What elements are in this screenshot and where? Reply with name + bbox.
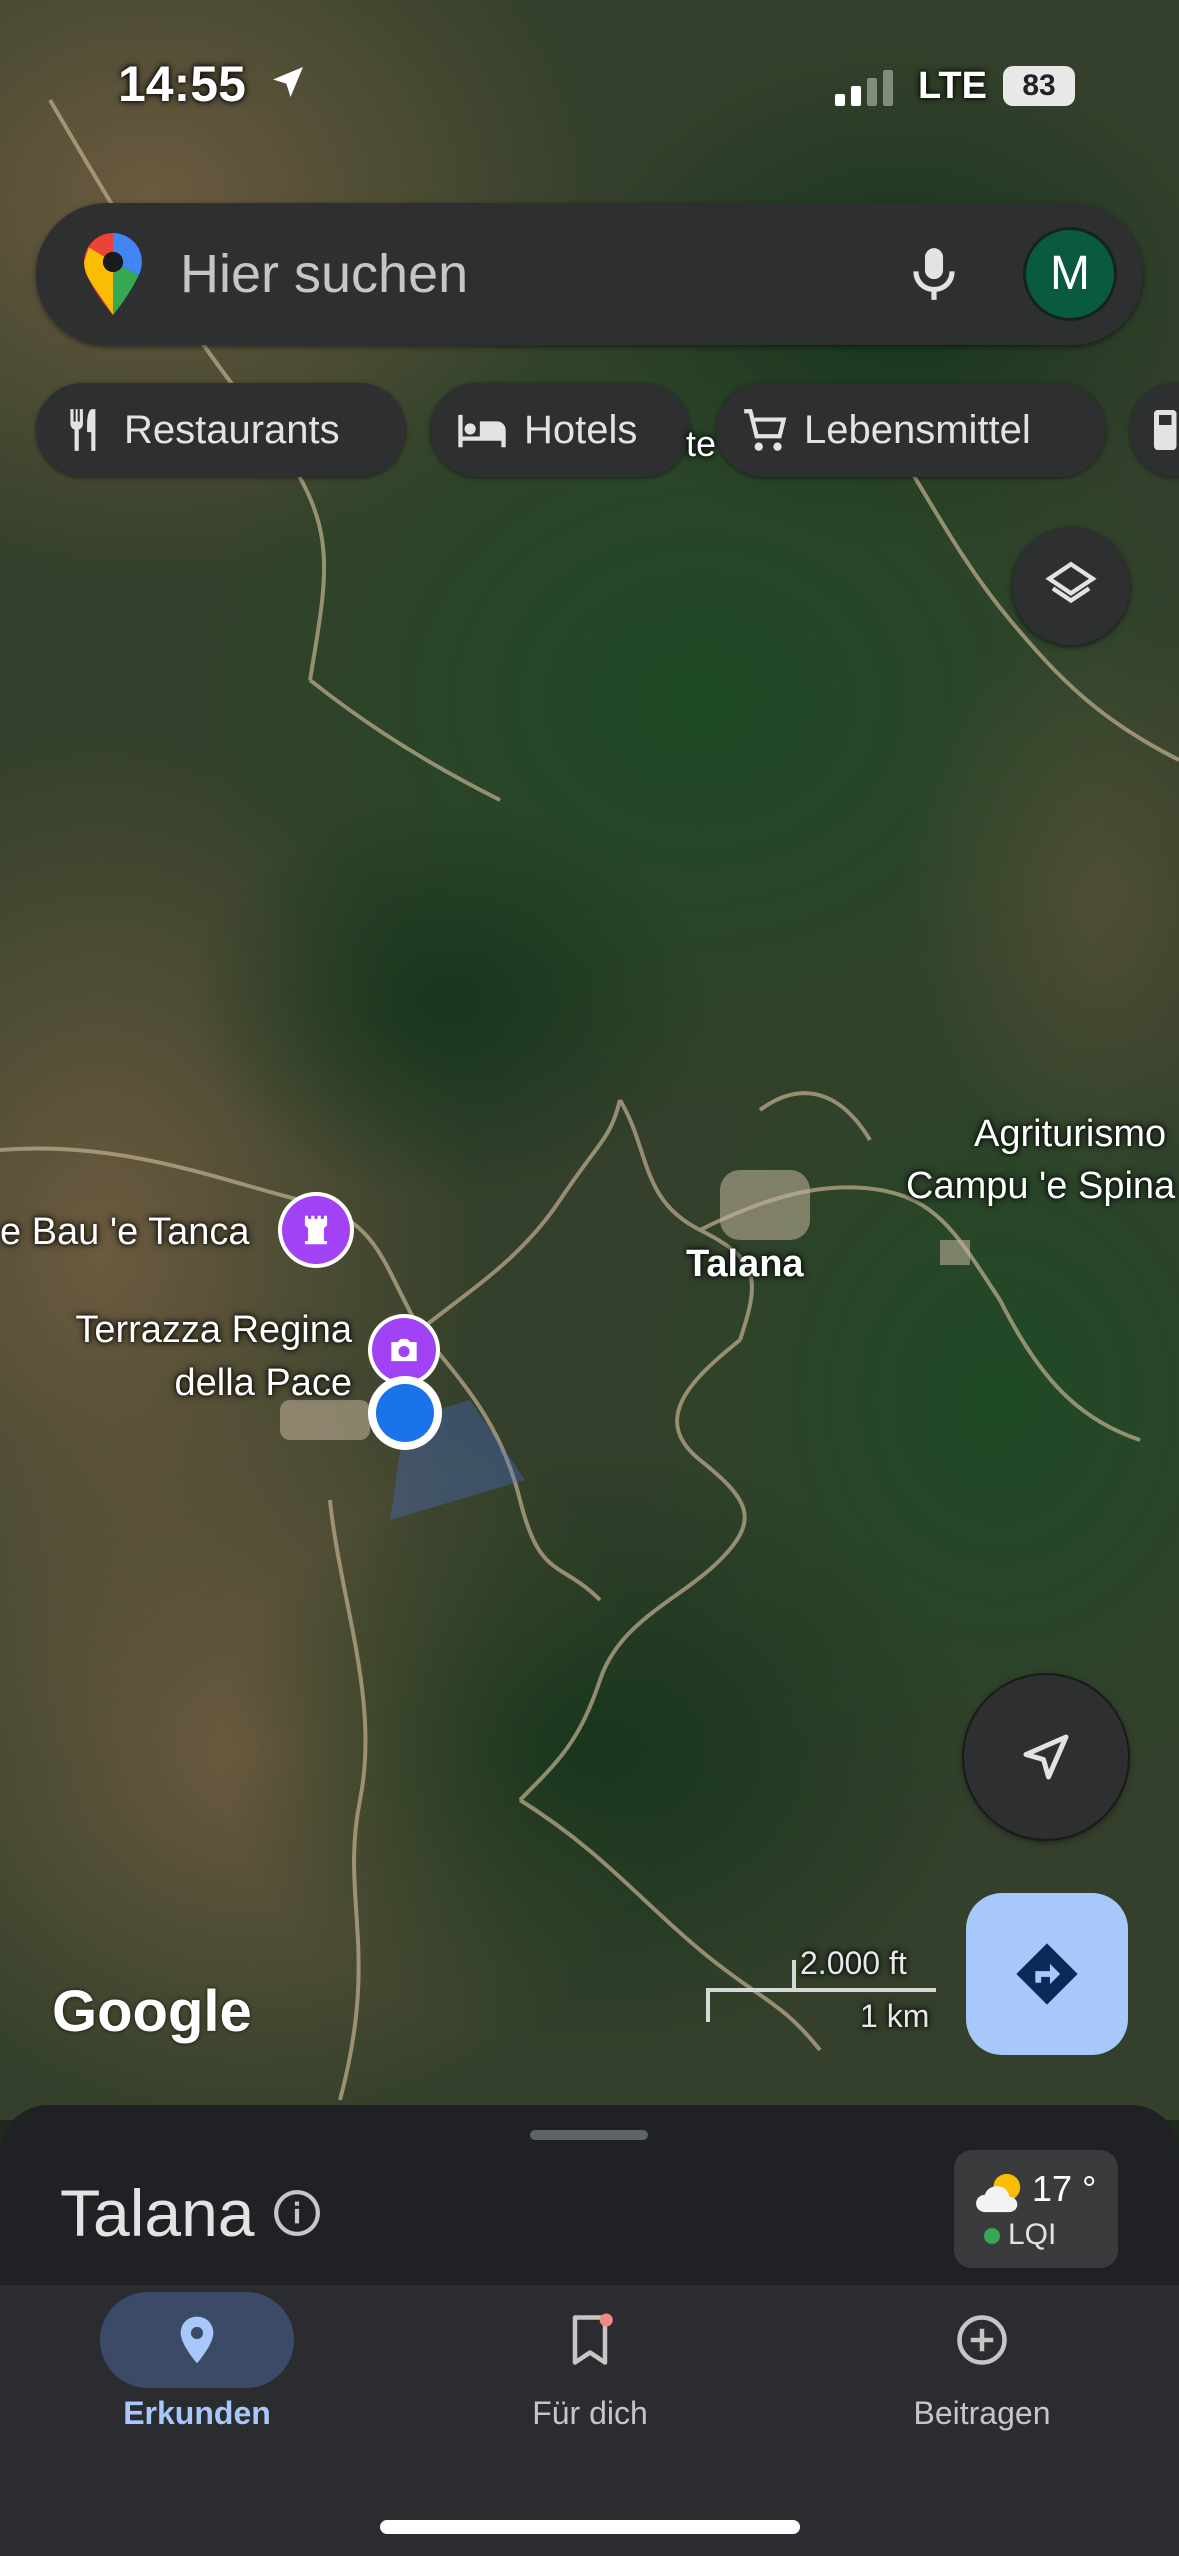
chip-label: Lebensmittel (804, 407, 1031, 452)
microphone-icon[interactable] (903, 243, 965, 305)
google-logo: Google (52, 1979, 252, 2044)
bookmark-icon (572, 2313, 613, 2365)
bed-icon (458, 414, 506, 448)
status-time: 14:55 (118, 56, 246, 112)
add-circle-icon (957, 2315, 1007, 2365)
chip-label: Restaurants (124, 407, 340, 452)
place-title: Talana (60, 2176, 255, 2250)
chip-groceries[interactable]: Lebensmittel (716, 383, 1106, 477)
nav-explore[interactable]: Erkunden (47, 2292, 347, 2462)
chip-restaurants[interactable]: Restaurants (36, 383, 406, 477)
map-label-partial: te (686, 423, 717, 464)
signal-icon (835, 70, 893, 106)
map-label-town[interactable]: Talana (686, 1238, 804, 1290)
home-indicator[interactable] (380, 2520, 800, 2534)
nav-label: Beitragen (913, 2395, 1051, 2431)
weather-widget[interactable]: 17 ° LQI (954, 2150, 1118, 2268)
aqi-status-dot (984, 2228, 1000, 2244)
location-arrow-icon (273, 67, 303, 97)
nav-for-you[interactable]: Für dich (440, 2292, 740, 2462)
scale-bar (706, 1960, 936, 2022)
map-label-agri-line2: Campu 'e Spina (906, 1165, 1176, 1207)
layers-icon (1045, 561, 1097, 604)
location-pin-icon (180, 2316, 214, 2364)
battery-indicator: 83 (1003, 66, 1075, 106)
map-label-poi-line1: Terrazza Regina (75, 1309, 352, 1351)
poi-viewpoint-marker[interactable] (372, 1318, 436, 1382)
directions-button[interactable] (966, 1893, 1128, 2055)
my-location-button[interactable] (964, 1675, 1128, 1839)
cart-icon (744, 409, 787, 451)
castle-icon (304, 1215, 328, 1245)
network-type: LTE (918, 65, 987, 107)
map-label-agri-line1: Agriturismo (974, 1113, 1167, 1155)
sheet-drag-handle[interactable] (530, 2130, 648, 2140)
navigation-arrow-icon (1023, 1734, 1069, 1780)
search-bar[interactable]: Hier suchen M (36, 203, 1143, 345)
nav-label: Für dich (532, 2395, 648, 2431)
gas-station-icon (1154, 410, 1177, 450)
map-label-place: e Bau 'e Tanca (0, 1211, 250, 1253)
weather-temperature: 17 ° (1032, 2168, 1097, 2209)
info-icon[interactable] (272, 2188, 322, 2238)
search-input[interactable]: Hier suchen (180, 239, 900, 309)
avatar[interactable]: M (1026, 230, 1114, 318)
nav-contribute[interactable]: Beitragen (832, 2292, 1132, 2462)
directions-icon (1016, 1943, 1078, 2005)
aqi-label: LQI (1008, 2218, 1057, 2251)
current-location-dot (376, 1384, 434, 1442)
chip-label: Hotels (524, 407, 638, 452)
poi-castle-marker[interactable] (282, 1196, 350, 1264)
camera-icon (391, 1338, 417, 1362)
maps-pin-logo-icon (84, 233, 142, 315)
fork-knife-icon (70, 409, 96, 451)
map-label-poi-line2: della Pace (174, 1362, 352, 1404)
chip-hotels[interactable]: Hotels (430, 383, 690, 477)
partly-cloudy-icon (976, 2173, 1021, 2213)
nav-label: Erkunden (123, 2395, 271, 2431)
layers-button[interactable] (1012, 527, 1130, 645)
